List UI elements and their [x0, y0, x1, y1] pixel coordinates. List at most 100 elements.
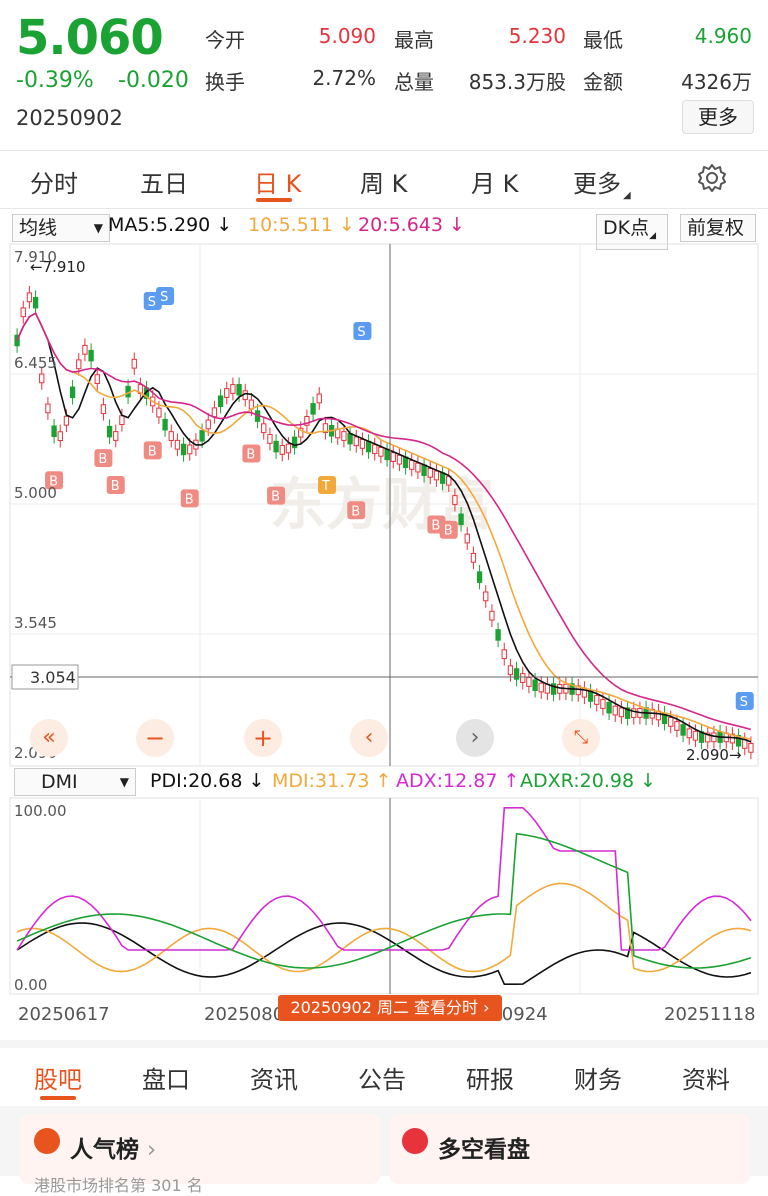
- ma10-value: 10:5.511 ↓: [248, 214, 355, 236]
- x-date-label: 20251118: [664, 1004, 756, 1025]
- sell-signal-label: S: [357, 325, 365, 340]
- mdi-value: MDI:31.73 ↑: [272, 770, 392, 792]
- amount-label: 金额: [583, 70, 623, 94]
- candle-body: [57, 431, 63, 442]
- change-percent: -0.39%: [16, 68, 94, 93]
- adxr-line: [16, 832, 752, 969]
- pdi-value: PDI:20.68 ↓: [150, 770, 265, 792]
- tab-monthly-k[interactable]: 月 K: [471, 164, 518, 199]
- section-gap: [0, 1040, 768, 1048]
- forward-adjust-button[interactable]: 前复权: [680, 214, 756, 242]
- candle-body: [507, 665, 514, 676]
- dk-points-label: DK点: [603, 217, 650, 239]
- turnover-value: 2.72%: [312, 66, 376, 90]
- candle-body: [421, 464, 427, 476]
- candle-body: [612, 705, 618, 716]
- low-value: 4.960: [694, 24, 752, 48]
- candle-body: [187, 444, 193, 455]
- y-label: 6.455: [14, 354, 57, 372]
- quote-date: 20250902: [16, 106, 123, 130]
- candle-body: [69, 386, 76, 399]
- step-right-button[interactable]: ›: [456, 719, 494, 757]
- t-signal-label: T: [321, 479, 330, 494]
- candle-body: [168, 431, 174, 441]
- indicator-selector[interactable]: 均线 ▼: [12, 214, 110, 242]
- kline-chart[interactable]: 东方财富 BBBBBBBBBBSSSST 3.054 7.910 6.455 5…: [0, 242, 768, 768]
- long-short-card[interactable]: 多空看盘: [390, 1114, 750, 1184]
- low-label: 最低: [583, 28, 623, 52]
- candle-body: [427, 467, 433, 478]
- candle-body: [20, 307, 26, 318]
- adxr-value: ADXR:20.98 ↓: [520, 770, 657, 792]
- sell-signal-label: S: [148, 295, 156, 310]
- candle-body: [433, 470, 440, 481]
- buy-signal-label: B: [431, 518, 440, 533]
- buy-signal-label: B: [246, 447, 255, 462]
- dmi-lines: [16, 807, 752, 985]
- high-value: 5.230: [508, 24, 566, 48]
- tab-announcements[interactable]: 公告: [358, 1060, 406, 1095]
- more-quote-button[interactable]: 更多: [682, 100, 754, 134]
- candle-body: [211, 407, 218, 418]
- candle-body: [76, 359, 82, 370]
- candle-body: [470, 552, 477, 563]
- watermark-text: 东方财富: [270, 473, 494, 538]
- fullscreen-icon[interactable]: ⤡: [562, 719, 600, 757]
- tab-profile[interactable]: 资料: [682, 1060, 730, 1095]
- dmi-selector[interactable]: DMI ▼: [14, 768, 136, 796]
- candle-body: [378, 446, 384, 457]
- candle-body: [365, 440, 372, 453]
- candle-body: [520, 673, 526, 683]
- view-intraday-tip[interactable]: 20250902 周二 查看分时 ›: [278, 995, 502, 1021]
- tab-news[interactable]: 资讯: [250, 1060, 298, 1095]
- candle-body: [532, 679, 538, 691]
- open-value: 5.090: [318, 24, 376, 48]
- step-left-button[interactable]: ‹: [350, 719, 388, 757]
- dmi-frame: [9, 797, 759, 995]
- tab-order-book[interactable]: 盘口: [142, 1060, 190, 1095]
- adx-value: ADX:12.87 ↑: [396, 770, 520, 792]
- tab-five-day[interactable]: 五日: [140, 164, 188, 199]
- tab-more-label: 更多: [573, 170, 621, 198]
- chevron-right-icon: ›: [483, 998, 490, 1017]
- candle-body: [310, 403, 316, 415]
- candle-body: [668, 717, 674, 727]
- divider: [0, 208, 768, 209]
- ma5-value: MA5:5.290 ↓: [108, 214, 233, 236]
- popularity-title-label: 人气榜: [70, 1137, 139, 1163]
- candle-body: [279, 445, 285, 455]
- tab-forum[interactable]: 股吧: [34, 1060, 82, 1095]
- candle-body: [396, 454, 403, 465]
- candle-body: [82, 344, 88, 355]
- candle-body: [384, 448, 390, 461]
- candle-body: [692, 730, 699, 741]
- buy-signal-label: B: [111, 479, 120, 494]
- zoom-in-button[interactable]: +: [244, 719, 282, 757]
- candle-body: [452, 495, 458, 505]
- last-price: 5.060: [16, 10, 164, 66]
- dmi-y-top: 100.00: [14, 802, 67, 820]
- popularity-card[interactable]: 人气榜 › 港股市场排名第 301 名: [20, 1114, 380, 1195]
- tab-research[interactable]: 研报: [466, 1060, 514, 1095]
- buy-signal-label: B: [444, 524, 453, 539]
- tab-financials[interactable]: 财务: [574, 1060, 622, 1095]
- open-label: 今开: [205, 28, 245, 52]
- pdi-line: [16, 922, 752, 985]
- tab-daily-k[interactable]: 日 K: [254, 164, 301, 199]
- active-tab-indicator: [40, 1096, 76, 1100]
- tab-more-periods[interactable]: 更多 ◢: [573, 164, 631, 201]
- candle-body: [261, 423, 267, 434]
- candle-body: [347, 432, 353, 445]
- candle-body: [686, 728, 692, 739]
- candle-body: [63, 415, 70, 426]
- candle-body: [316, 393, 322, 404]
- tab-weekly-k[interactable]: 周 K: [360, 164, 407, 199]
- settings-gear-icon[interactable]: [696, 162, 728, 200]
- dmi-chart[interactable]: 100.00 0.00: [0, 796, 768, 996]
- tab-intraday[interactable]: 分时: [30, 164, 78, 199]
- candle-body: [267, 434, 273, 444]
- candle-body: [217, 395, 224, 407]
- scroll-far-left-button[interactable]: «: [30, 719, 68, 757]
- zoom-out-button[interactable]: −: [136, 719, 174, 757]
- candle-body: [156, 407, 162, 418]
